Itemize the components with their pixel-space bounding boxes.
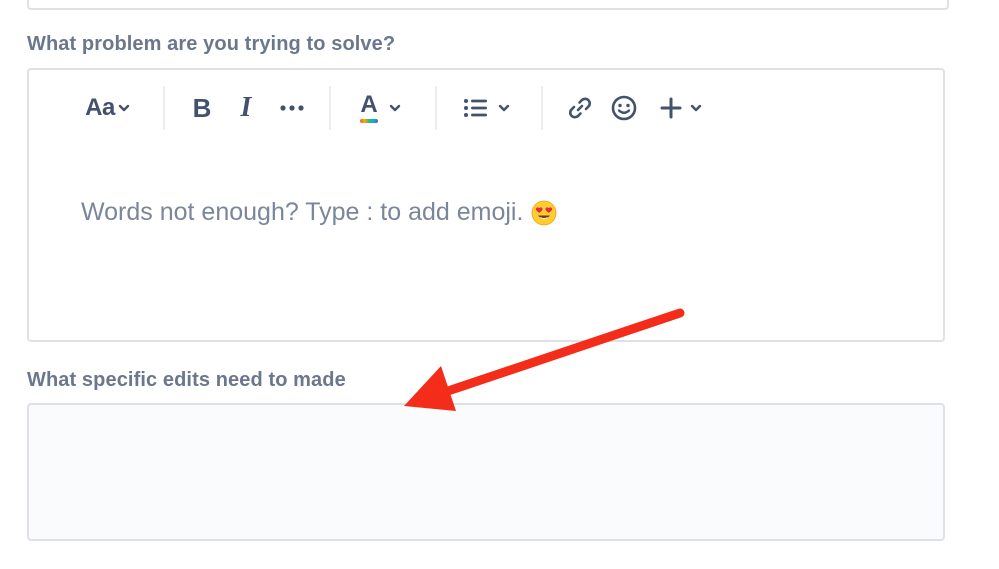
toolbar-separator bbox=[163, 86, 165, 130]
italic-button[interactable]: I bbox=[231, 90, 261, 126]
bullet-list-icon bbox=[464, 99, 487, 117]
insert-button[interactable] bbox=[653, 90, 709, 126]
list-button[interactable] bbox=[459, 90, 515, 126]
form-page: What problem are you trying to solve? Aa… bbox=[0, 0, 999, 569]
plus-icon bbox=[660, 97, 682, 119]
editor-placeholder-text: Words not enough? Type : to add emoji. bbox=[81, 198, 524, 226]
chevron-down-icon bbox=[118, 104, 130, 112]
editor-placeholder[interactable]: Words not enough? Type : to add emoji. bbox=[81, 198, 557, 227]
toolbar-separator bbox=[329, 86, 331, 130]
specific-edits-textarea[interactable] bbox=[27, 403, 945, 541]
emoji-button[interactable] bbox=[607, 90, 641, 126]
color-swatch-bar bbox=[360, 119, 378, 123]
chevron-down-icon bbox=[690, 104, 702, 112]
text-color-icon: A bbox=[360, 91, 378, 123]
link-button[interactable] bbox=[563, 90, 597, 126]
link-icon bbox=[569, 97, 591, 119]
edits-question-label: What specific edits need to made bbox=[27, 369, 346, 391]
text-color-label: A bbox=[360, 91, 378, 118]
more-formatting-button[interactable] bbox=[275, 90, 309, 126]
text-style-label: Aa bbox=[85, 94, 115, 121]
toolbar-separator bbox=[435, 86, 437, 130]
text-style-button[interactable]: Aa bbox=[79, 90, 137, 126]
bold-button[interactable]: B bbox=[187, 90, 217, 126]
heart-eyes-emoji-icon bbox=[532, 200, 557, 225]
rich-text-editor[interactable]: Aa B I A Words not enough? Type: to add… bbox=[27, 68, 945, 342]
editor-toolbar: Aa B I A bbox=[29, 70, 943, 146]
more-icon bbox=[280, 105, 304, 111]
toolbar-separator bbox=[541, 86, 543, 130]
chevron-down-icon bbox=[498, 104, 510, 112]
emoji-icon bbox=[611, 95, 637, 121]
chevron-down-icon bbox=[389, 104, 400, 112]
previous-text-field[interactable] bbox=[27, 0, 949, 10]
bold-label: B bbox=[192, 92, 212, 123]
problem-question-label: What problem are you trying to solve? bbox=[27, 33, 396, 55]
italic-label: I bbox=[240, 92, 252, 123]
text-color-button[interactable]: A bbox=[353, 90, 409, 126]
